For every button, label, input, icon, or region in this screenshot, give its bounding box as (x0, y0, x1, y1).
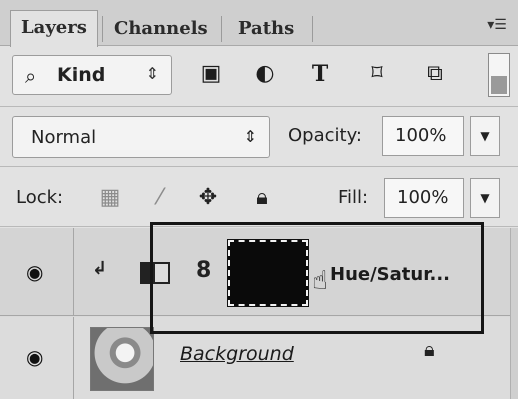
tab-divider (221, 16, 222, 42)
filter-toggle-switch[interactable] (488, 53, 510, 97)
layer-thumbnail[interactable] (90, 327, 154, 391)
fill-field[interactable]: 100% (384, 178, 464, 218)
lock-icon: 🔒︎ (424, 337, 435, 361)
fill-dropdown-button[interactable]: ▼ (470, 178, 500, 218)
lock-position-move-icon[interactable]: ✥ (192, 182, 224, 214)
opacity-field[interactable]: 100% (382, 116, 464, 156)
smart-object-filter-icon[interactable]: ⧉ (420, 59, 450, 89)
type-filter-icon[interactable]: T (305, 59, 335, 89)
blend-mode-value: Normal (31, 127, 97, 148)
visibility-cell[interactable]: ◉ (0, 317, 74, 399)
eye-icon[interactable]: ◉ (26, 260, 43, 284)
opacity-label: Opacity: (288, 125, 362, 146)
layer-name[interactable]: Background (180, 343, 294, 365)
filter-kind-select[interactable]: ⌕ Kind ⇕ (12, 55, 172, 95)
lock-image-pixels-brush-icon[interactable]: ⁄ (144, 182, 176, 214)
tab-channels[interactable]: Channels (104, 12, 218, 46)
lock-all-icon[interactable]: 🔒︎ (246, 182, 278, 214)
tab-paths[interactable]: Paths (228, 12, 304, 46)
updown-arrows-icon: ⇕ (145, 64, 159, 83)
layers-panel: Layers Channels Paths ▾☰ ⌕ Kind ⇕ ▣ ◐ T … (0, 0, 518, 399)
pixel-filter-icon[interactable]: ▣ (196, 59, 226, 89)
lock-label: Lock: (16, 187, 64, 208)
toggle-knob (491, 76, 507, 94)
adjustment-filter-icon[interactable]: ◐ (250, 59, 280, 89)
search-icon: ⌕ (25, 64, 37, 88)
divider (0, 106, 518, 107)
eye-icon[interactable]: ◉ (26, 345, 43, 369)
divider (0, 166, 518, 167)
panel-menu-icon[interactable]: ▾☰ (484, 14, 510, 36)
shape-filter-icon[interactable]: ⌑ (362, 59, 392, 89)
opacity-dropdown-button[interactable]: ▼ (470, 116, 500, 156)
vertical-scrollbar[interactable] (510, 228, 518, 399)
filter-kind-label: Kind (57, 64, 106, 86)
tab-divider (312, 16, 313, 42)
blend-mode-select[interactable]: Normal ⇕ (12, 116, 270, 158)
selection-highlight-box (150, 222, 484, 334)
updown-arrows-icon: ⇕ (243, 127, 257, 146)
panel-tab-bar: Layers Channels Paths ▾☰ (0, 0, 518, 47)
clipping-arrow-icon: ↲ (92, 258, 108, 279)
visibility-cell[interactable]: ◉ (0, 228, 74, 315)
fill-label: Fill: (338, 187, 369, 208)
filter-row: ⌕ Kind ⇕ ▣ ◐ T ⌑ ⧉ (0, 47, 518, 107)
tab-divider (102, 16, 103, 42)
tab-layers[interactable]: Layers (10, 10, 98, 47)
lock-transparent-pixels-icon[interactable]: ▦ (94, 182, 126, 214)
